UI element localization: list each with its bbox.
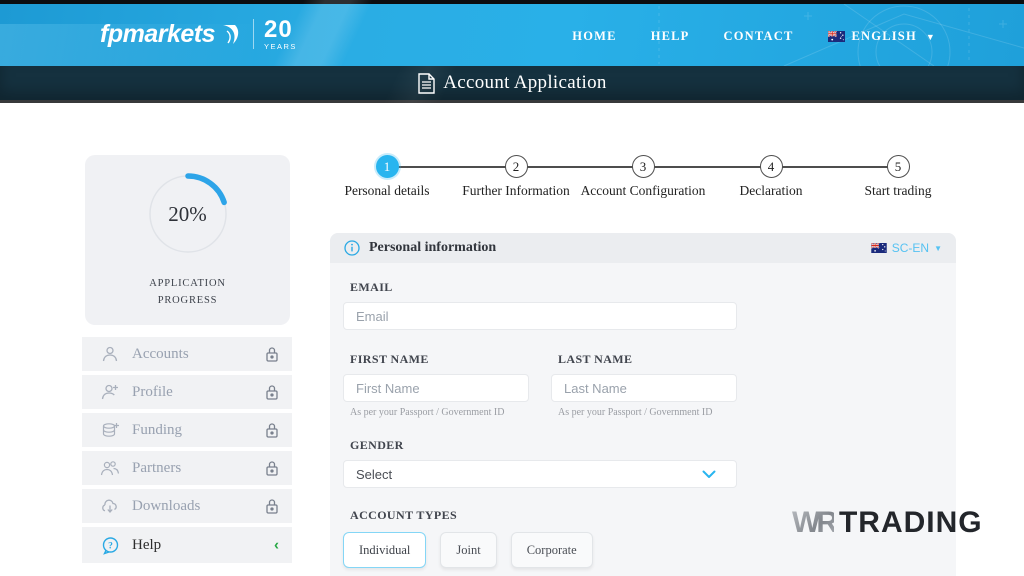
lock-icon	[265, 384, 279, 400]
last-name-label: LAST NAME	[558, 352, 737, 367]
step-personal-details[interactable]: 1 Personal details	[322, 153, 452, 199]
email-input[interactable]	[343, 302, 737, 330]
chevron-down-icon: ▼	[934, 244, 942, 253]
brand-name: fpmarkets	[100, 20, 215, 49]
first-name-input[interactable]	[343, 374, 529, 402]
step-start-trading[interactable]: 5 Start trading	[833, 153, 963, 199]
logo-divider	[253, 19, 254, 49]
cloud-download-icon	[99, 497, 121, 515]
progress-percent: 20%	[143, 169, 233, 259]
last-name-field-group: LAST NAME As per your Passport / Governm…	[551, 352, 737, 418]
gender-select-value: Select	[356, 467, 392, 482]
wr-trading-watermark: WR TRADING	[792, 506, 983, 540]
email-field-group: EMAIL	[343, 280, 956, 330]
gender-label: GENDER	[350, 438, 956, 453]
coins-icon	[99, 421, 121, 439]
sidebar-item-label: Accounts	[132, 346, 189, 363]
progress-label: APPLICATION PROGRESS	[85, 275, 290, 310]
sidebar-item-profile[interactable]: Profile	[82, 375, 292, 409]
lock-icon	[265, 346, 279, 362]
first-name-field-group: FIRST NAME As per your Passport / Govern…	[343, 352, 529, 418]
form-language-code: SC-EN	[892, 241, 929, 255]
step-label: Account Configuration	[578, 183, 708, 199]
user-icon	[99, 345, 121, 363]
australia-flag-icon	[871, 243, 887, 253]
nav-home-link[interactable]: HOME	[572, 29, 616, 44]
australia-flag-icon	[828, 31, 845, 42]
step-number: 3	[632, 155, 655, 178]
application-progress-card: 20% APPLICATION PROGRESS	[85, 155, 290, 325]
svg-text:?: ?	[108, 541, 113, 551]
account-type-individual-button[interactable]: Individual	[343, 532, 426, 568]
account-type-corporate-button[interactable]: Corporate	[511, 532, 593, 568]
lock-icon	[265, 422, 279, 438]
step-label: Personal details	[322, 183, 452, 199]
sidebar-item-label: Partners	[132, 460, 181, 477]
gender-select[interactable]: Select	[343, 460, 737, 488]
top-banner: fpmarkets 20 YEARS HOME HELP CONTACT	[0, 4, 1024, 66]
progress-ring: 20%	[143, 169, 233, 259]
step-label: Further Information	[451, 183, 581, 199]
chevron-down-icon: ▼	[926, 32, 936, 42]
sidebar-item-help[interactable]: ? Help ‹	[82, 527, 292, 563]
users-icon	[99, 459, 121, 477]
gender-field-group: GENDER Select	[343, 438, 956, 488]
form-header: Personal information SC-EN ▼	[330, 233, 956, 263]
sidebar-item-label: Funding	[132, 422, 182, 439]
form-title: Personal information	[369, 240, 496, 256]
nav-help-link[interactable]: HELP	[651, 29, 690, 44]
help-bubble-icon: ?	[99, 536, 121, 555]
sidebar-item-accounts[interactable]: Accounts	[82, 337, 292, 371]
language-label: ENGLISH	[852, 29, 917, 44]
account-type-joint-button[interactable]: Joint	[440, 532, 496, 568]
application-stepper: 1 Personal details 2 Further Information…	[330, 153, 956, 201]
nav-contact-link[interactable]: CONTACT	[724, 29, 794, 44]
logo-20-years: 20 YEARS	[264, 18, 297, 51]
logo-swoosh-icon	[219, 23, 241, 47]
sidebar-item-label: Profile	[132, 384, 173, 401]
language-selector[interactable]: ENGLISH ▼	[828, 29, 936, 44]
step-number: 1	[376, 155, 399, 178]
sidebar-item-funding[interactable]: Funding	[82, 413, 292, 447]
email-label: EMAIL	[350, 280, 956, 295]
page: fpmarkets 20 YEARS HOME HELP CONTACT	[0, 0, 1024, 576]
step-number: 4	[760, 155, 783, 178]
step-further-information[interactable]: 2 Further Information	[451, 153, 581, 199]
user-plus-icon	[99, 383, 121, 401]
sidebar-item-downloads[interactable]: Downloads	[82, 489, 292, 523]
step-number: 2	[505, 155, 528, 178]
watermark-wr: WR	[792, 506, 834, 540]
name-fields-row: FIRST NAME As per your Passport / Govern…	[343, 352, 956, 418]
watermark-trading: TRADING	[839, 506, 983, 540]
chevron-left-icon: ‹	[274, 537, 279, 554]
titlebar-decoration	[250, 66, 590, 106]
step-declaration[interactable]: 4 Declaration	[706, 153, 836, 199]
fpmarkets-logo[interactable]: fpmarkets 20 YEARS	[100, 18, 297, 51]
sidebar-item-partners[interactable]: Partners	[82, 451, 292, 485]
chevron-down-icon	[702, 470, 716, 479]
last-name-input[interactable]	[551, 374, 737, 402]
step-label: Start trading	[833, 183, 963, 199]
step-account-configuration[interactable]: 3 Account Configuration	[578, 153, 708, 199]
sidebar-menu: Accounts Profile	[82, 337, 292, 567]
last-name-hint: As per your Passport / Government ID	[558, 407, 737, 418]
form-language-selector[interactable]: SC-EN ▼	[871, 241, 942, 255]
lock-icon	[265, 498, 279, 514]
first-name-label: FIRST NAME	[350, 352, 529, 367]
sidebar-item-label: Help	[132, 537, 161, 554]
info-icon	[344, 240, 360, 256]
step-label: Declaration	[706, 183, 836, 199]
step-number: 5	[887, 155, 910, 178]
first-name-hint: As per your Passport / Government ID	[350, 407, 529, 418]
sidebar-item-label: Downloads	[132, 498, 200, 515]
lock-icon	[265, 460, 279, 476]
page-title-bar: Account Application	[0, 66, 1024, 103]
top-navigation: HOME HELP CONTACT ENGLISH ▼	[572, 29, 936, 44]
